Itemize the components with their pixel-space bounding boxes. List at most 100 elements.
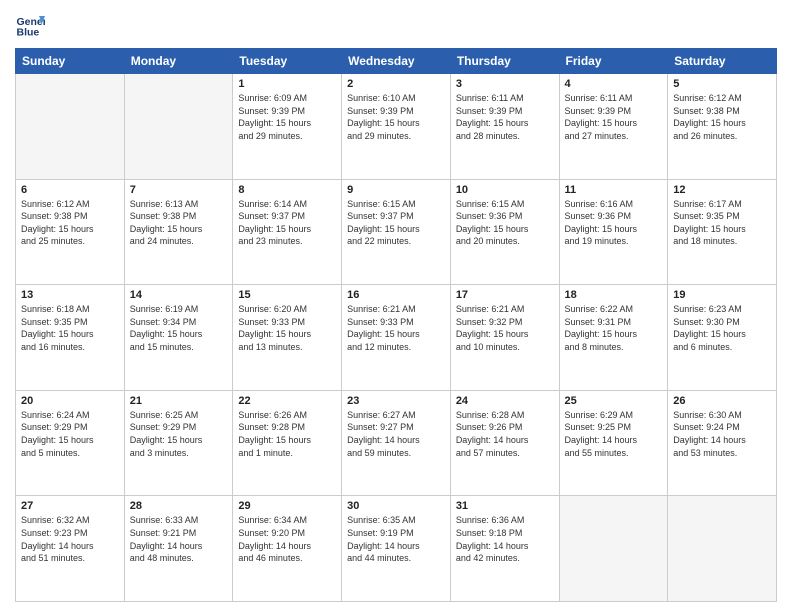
day-info: Sunrise: 6:26 AM Sunset: 9:28 PM Dayligh… xyxy=(238,409,336,459)
day-cell: 30 Sunrise: 6:35 AM Sunset: 9:19 PM Dayli… xyxy=(342,496,451,602)
col-header-friday: Friday xyxy=(559,49,668,74)
day-number: 26 xyxy=(673,395,771,407)
calendar-header-row: SundayMondayTuesdayWednesdayThursdayFrid… xyxy=(16,49,777,74)
col-header-tuesday: Tuesday xyxy=(233,49,342,74)
day-number: 19 xyxy=(673,289,771,301)
day-cell: 21 Sunrise: 6:25 AM Sunset: 9:29 PM Dayli… xyxy=(124,390,233,496)
logo-icon: General Blue xyxy=(15,10,45,40)
day-number: 7 xyxy=(130,184,228,196)
day-number: 1 xyxy=(238,78,336,90)
day-cell: 24 Sunrise: 6:28 AM Sunset: 9:26 PM Dayli… xyxy=(450,390,559,496)
day-info: Sunrise: 6:11 AM Sunset: 9:39 PM Dayligh… xyxy=(565,92,663,142)
day-cell: 31Sunrise: 6:36 AM Sunset: 9:18 PM Dayli… xyxy=(450,496,559,602)
day-info: Sunrise: 6:25 AM Sunset: 9:29 PM Dayligh… xyxy=(130,409,228,459)
day-cell: 13 Sunrise: 6:18 AM Sunset: 9:35 PM Dayli… xyxy=(16,285,125,391)
day-cell: 12Sunrise: 6:17 AM Sunset: 9:35 PM Dayli… xyxy=(668,179,777,285)
day-number: 3 xyxy=(456,78,554,90)
week-row-4: 27 Sunrise: 6:32 AM Sunset: 9:23 PM Dayli… xyxy=(16,496,777,602)
day-cell: 19 Sunrise: 6:23 AM Sunset: 9:30 PM Dayli… xyxy=(668,285,777,391)
day-cell xyxy=(559,496,668,602)
col-header-saturday: Saturday xyxy=(668,49,777,74)
day-number: 17 xyxy=(456,289,554,301)
day-number: 20 xyxy=(21,395,119,407)
day-cell: 27 Sunrise: 6:32 AM Sunset: 9:23 PM Dayli… xyxy=(16,496,125,602)
col-header-wednesday: Wednesday xyxy=(342,49,451,74)
day-info: Sunrise: 6:15 AM Sunset: 9:37 PM Dayligh… xyxy=(347,198,445,248)
day-cell: 29Sunrise: 6:34 AM Sunset: 9:20 PM Dayli… xyxy=(233,496,342,602)
day-info: Sunrise: 6:19 AM Sunset: 9:34 PM Dayligh… xyxy=(130,303,228,353)
day-info: Sunrise: 6:18 AM Sunset: 9:35 PM Dayligh… xyxy=(21,303,119,353)
day-number: 6 xyxy=(21,184,119,196)
day-number: 15 xyxy=(238,289,336,301)
day-number: 24 xyxy=(456,395,554,407)
day-number: 13 xyxy=(21,289,119,301)
day-number: 11 xyxy=(565,184,663,196)
day-number: 16 xyxy=(347,289,445,301)
calendar-table: SundayMondayTuesdayWednesdayThursdayFrid… xyxy=(15,48,777,602)
week-row-1: 6 Sunrise: 6:12 AM Sunset: 9:38 PM Daylig… xyxy=(16,179,777,285)
day-cell: 5 Sunrise: 6:12 AM Sunset: 9:38 PM Daylig… xyxy=(668,74,777,180)
page: General Blue SundayMondayTuesdayWednesda… xyxy=(0,0,792,612)
day-cell: 10 Sunrise: 6:15 AM Sunset: 9:36 PM Dayli… xyxy=(450,179,559,285)
day-info: Sunrise: 6:30 AM Sunset: 9:24 PM Dayligh… xyxy=(673,409,771,459)
col-header-sunday: Sunday xyxy=(16,49,125,74)
day-cell xyxy=(668,496,777,602)
svg-text:Blue: Blue xyxy=(17,27,40,39)
day-cell: 14 Sunrise: 6:19 AM Sunset: 9:34 PM Dayli… xyxy=(124,285,233,391)
day-number: 27 xyxy=(21,500,119,512)
week-row-2: 13 Sunrise: 6:18 AM Sunset: 9:35 PM Dayli… xyxy=(16,285,777,391)
col-header-thursday: Thursday xyxy=(450,49,559,74)
day-number: 22 xyxy=(238,395,336,407)
day-number: 5 xyxy=(673,78,771,90)
day-info: Sunrise: 6:15 AM Sunset: 9:36 PM Dayligh… xyxy=(456,198,554,248)
day-info: Sunrise: 6:14 AM Sunset: 9:37 PM Dayligh… xyxy=(238,198,336,248)
day-info: Sunrise: 6:33 AM Sunset: 9:21 PM Dayligh… xyxy=(130,514,228,564)
day-cell: 7 Sunrise: 6:13 AM Sunset: 9:38 PM Daylig… xyxy=(124,179,233,285)
day-info: Sunrise: 6:09 AM Sunset: 9:39 PM Dayligh… xyxy=(238,92,336,142)
day-number: 30 xyxy=(347,500,445,512)
day-cell xyxy=(124,74,233,180)
day-info: Sunrise: 6:24 AM Sunset: 9:29 PM Dayligh… xyxy=(21,409,119,459)
day-info: Sunrise: 6:21 AM Sunset: 9:33 PM Dayligh… xyxy=(347,303,445,353)
day-cell: 23 Sunrise: 6:27 AM Sunset: 9:27 PM Dayli… xyxy=(342,390,451,496)
day-number: 2 xyxy=(347,78,445,90)
day-cell: 11 Sunrise: 6:16 AM Sunset: 9:36 PM Dayli… xyxy=(559,179,668,285)
day-number: 18 xyxy=(565,289,663,301)
day-number: 10 xyxy=(456,184,554,196)
week-row-0: 1 Sunrise: 6:09 AM Sunset: 9:39 PM Daylig… xyxy=(16,74,777,180)
day-info: Sunrise: 6:12 AM Sunset: 9:38 PM Dayligh… xyxy=(673,92,771,142)
day-cell: 1 Sunrise: 6:09 AM Sunset: 9:39 PM Daylig… xyxy=(233,74,342,180)
day-info: Sunrise: 6:12 AM Sunset: 9:38 PM Dayligh… xyxy=(21,198,119,248)
day-number: 21 xyxy=(130,395,228,407)
day-cell: 8Sunrise: 6:14 AM Sunset: 9:37 PM Daylig… xyxy=(233,179,342,285)
day-info: Sunrise: 6:35 AM Sunset: 9:19 PM Dayligh… xyxy=(347,514,445,564)
day-info: Sunrise: 6:28 AM Sunset: 9:26 PM Dayligh… xyxy=(456,409,554,459)
day-number: 14 xyxy=(130,289,228,301)
day-cell: 26 Sunrise: 6:30 AM Sunset: 9:24 PM Dayli… xyxy=(668,390,777,496)
day-number: 28 xyxy=(130,500,228,512)
day-number: 25 xyxy=(565,395,663,407)
day-info: Sunrise: 6:36 AM Sunset: 9:18 PM Dayligh… xyxy=(456,514,554,564)
day-cell: 3 Sunrise: 6:11 AM Sunset: 9:39 PM Daylig… xyxy=(450,74,559,180)
day-info: Sunrise: 6:13 AM Sunset: 9:38 PM Dayligh… xyxy=(130,198,228,248)
day-info: Sunrise: 6:29 AM Sunset: 9:25 PM Dayligh… xyxy=(565,409,663,459)
logo: General Blue xyxy=(15,10,49,40)
day-info: Sunrise: 6:11 AM Sunset: 9:39 PM Dayligh… xyxy=(456,92,554,142)
header: General Blue xyxy=(15,10,777,40)
day-cell: 4 Sunrise: 6:11 AM Sunset: 9:39 PM Daylig… xyxy=(559,74,668,180)
day-info: Sunrise: 6:23 AM Sunset: 9:30 PM Dayligh… xyxy=(673,303,771,353)
day-number: 4 xyxy=(565,78,663,90)
day-cell xyxy=(16,74,125,180)
col-header-monday: Monday xyxy=(124,49,233,74)
day-cell: 16 Sunrise: 6:21 AM Sunset: 9:33 PM Dayli… xyxy=(342,285,451,391)
day-cell: 15Sunrise: 6:20 AM Sunset: 9:33 PM Dayli… xyxy=(233,285,342,391)
day-number: 12 xyxy=(673,184,771,196)
day-info: Sunrise: 6:27 AM Sunset: 9:27 PM Dayligh… xyxy=(347,409,445,459)
day-info: Sunrise: 6:32 AM Sunset: 9:23 PM Dayligh… xyxy=(21,514,119,564)
day-number: 23 xyxy=(347,395,445,407)
day-cell: 2 Sunrise: 6:10 AM Sunset: 9:39 PM Daylig… xyxy=(342,74,451,180)
day-info: Sunrise: 6:10 AM Sunset: 9:39 PM Dayligh… xyxy=(347,92,445,142)
day-cell: 28 Sunrise: 6:33 AM Sunset: 9:21 PM Dayli… xyxy=(124,496,233,602)
day-info: Sunrise: 6:16 AM Sunset: 9:36 PM Dayligh… xyxy=(565,198,663,248)
day-number: 9 xyxy=(347,184,445,196)
